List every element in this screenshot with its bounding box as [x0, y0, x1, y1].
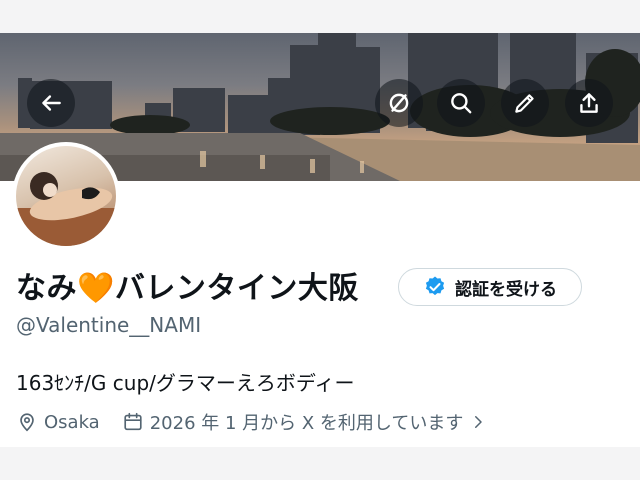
- calendar-icon: [124, 412, 142, 431]
- share-icon: [580, 93, 598, 113]
- mute-icon: [389, 93, 409, 113]
- share-button[interactable]: [565, 79, 613, 127]
- get-verified-label: 認証を受ける: [455, 279, 557, 300]
- chevron-right-icon: [475, 416, 483, 428]
- pencil-icon: [515, 94, 534, 113]
- profile-bio: 163ｾﾝﾁ/G cup/グラマーえろボディー: [16, 371, 355, 395]
- avatar[interactable]: [12, 142, 120, 250]
- back-button[interactable]: [27, 79, 75, 127]
- verified-badge-icon: [425, 276, 445, 296]
- joined-date[interactable]: 2026 年 1 月から X を利用しています: [122, 409, 488, 435]
- edit-button[interactable]: [501, 79, 549, 127]
- display-name: なみ🧡バレンタイン大阪: [16, 271, 359, 306]
- location: Osaka: [16, 411, 100, 433]
- profile-meta: Osaka 2026 年 1 月から X を利用しています: [16, 408, 487, 436]
- location-pin-icon: [20, 413, 34, 432]
- joined-text: 2026 年 1 月から X を利用しています: [149, 413, 464, 434]
- search-icon: [451, 93, 472, 114]
- get-verified-button[interactable]: 認証を受ける: [398, 268, 582, 306]
- mute-button[interactable]: [375, 79, 423, 127]
- bottom-strip: [0, 447, 640, 480]
- location-text: Osaka: [44, 411, 100, 433]
- arrow-left-icon: [42, 95, 61, 111]
- top-bar: [0, 0, 640, 33]
- avatar-image: [16, 146, 116, 246]
- user-handle: @Valentine__NAMI: [16, 313, 202, 337]
- search-button[interactable]: [437, 79, 485, 127]
